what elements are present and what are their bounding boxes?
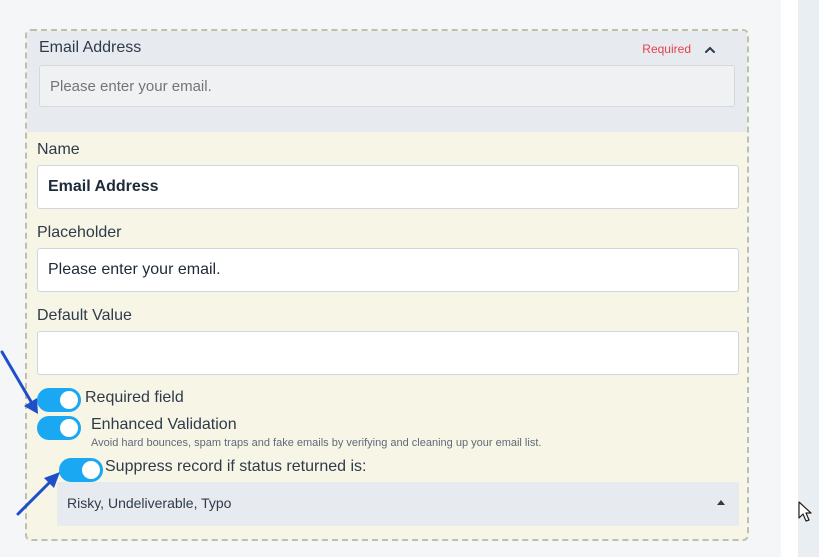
caret-up-icon: [717, 500, 725, 505]
field-preview-header[interactable]: Email Address Required: [27, 31, 747, 132]
placeholder-label: Placeholder: [37, 224, 122, 241]
right-gutter: [781, 0, 798, 557]
name-input[interactable]: [37, 165, 739, 209]
suppress-record-label: Suppress record if status returned is:: [105, 458, 367, 475]
mouse-cursor-icon: [798, 501, 812, 522]
email-field-card: Email Address Required Name Placeholder …: [25, 29, 749, 541]
right-side-panel: [798, 0, 819, 557]
enhanced-validation-label: Enhanced Validation: [91, 416, 237, 433]
email-preview-input[interactable]: [39, 65, 735, 107]
suppress-status-select[interactable]: Risky, Undeliverable, Typo: [57, 482, 739, 526]
chevron-up-icon[interactable]: [703, 43, 717, 57]
suppress-record-toggle[interactable]: [59, 458, 103, 482]
enhanced-validation-help: Avoid hard bounces, spam traps and fake …: [91, 437, 542, 449]
default-value-input[interactable]: [37, 331, 739, 375]
required-tag: Required: [642, 42, 691, 56]
field-title: Email Address: [39, 39, 142, 56]
toggle-knob: [60, 391, 78, 409]
annotation-arrow-icon: [16, 472, 60, 516]
name-label: Name: [37, 141, 80, 158]
toggle-knob: [82, 461, 100, 479]
toggle-knob: [60, 419, 78, 437]
required-field-label: Required field: [85, 389, 184, 406]
default-value-label: Default Value: [37, 307, 132, 324]
placeholder-input[interactable]: [37, 248, 739, 292]
suppress-status-value: Risky, Undeliverable, Typo: [67, 495, 232, 511]
annotation-arrow-icon: [0, 350, 38, 414]
